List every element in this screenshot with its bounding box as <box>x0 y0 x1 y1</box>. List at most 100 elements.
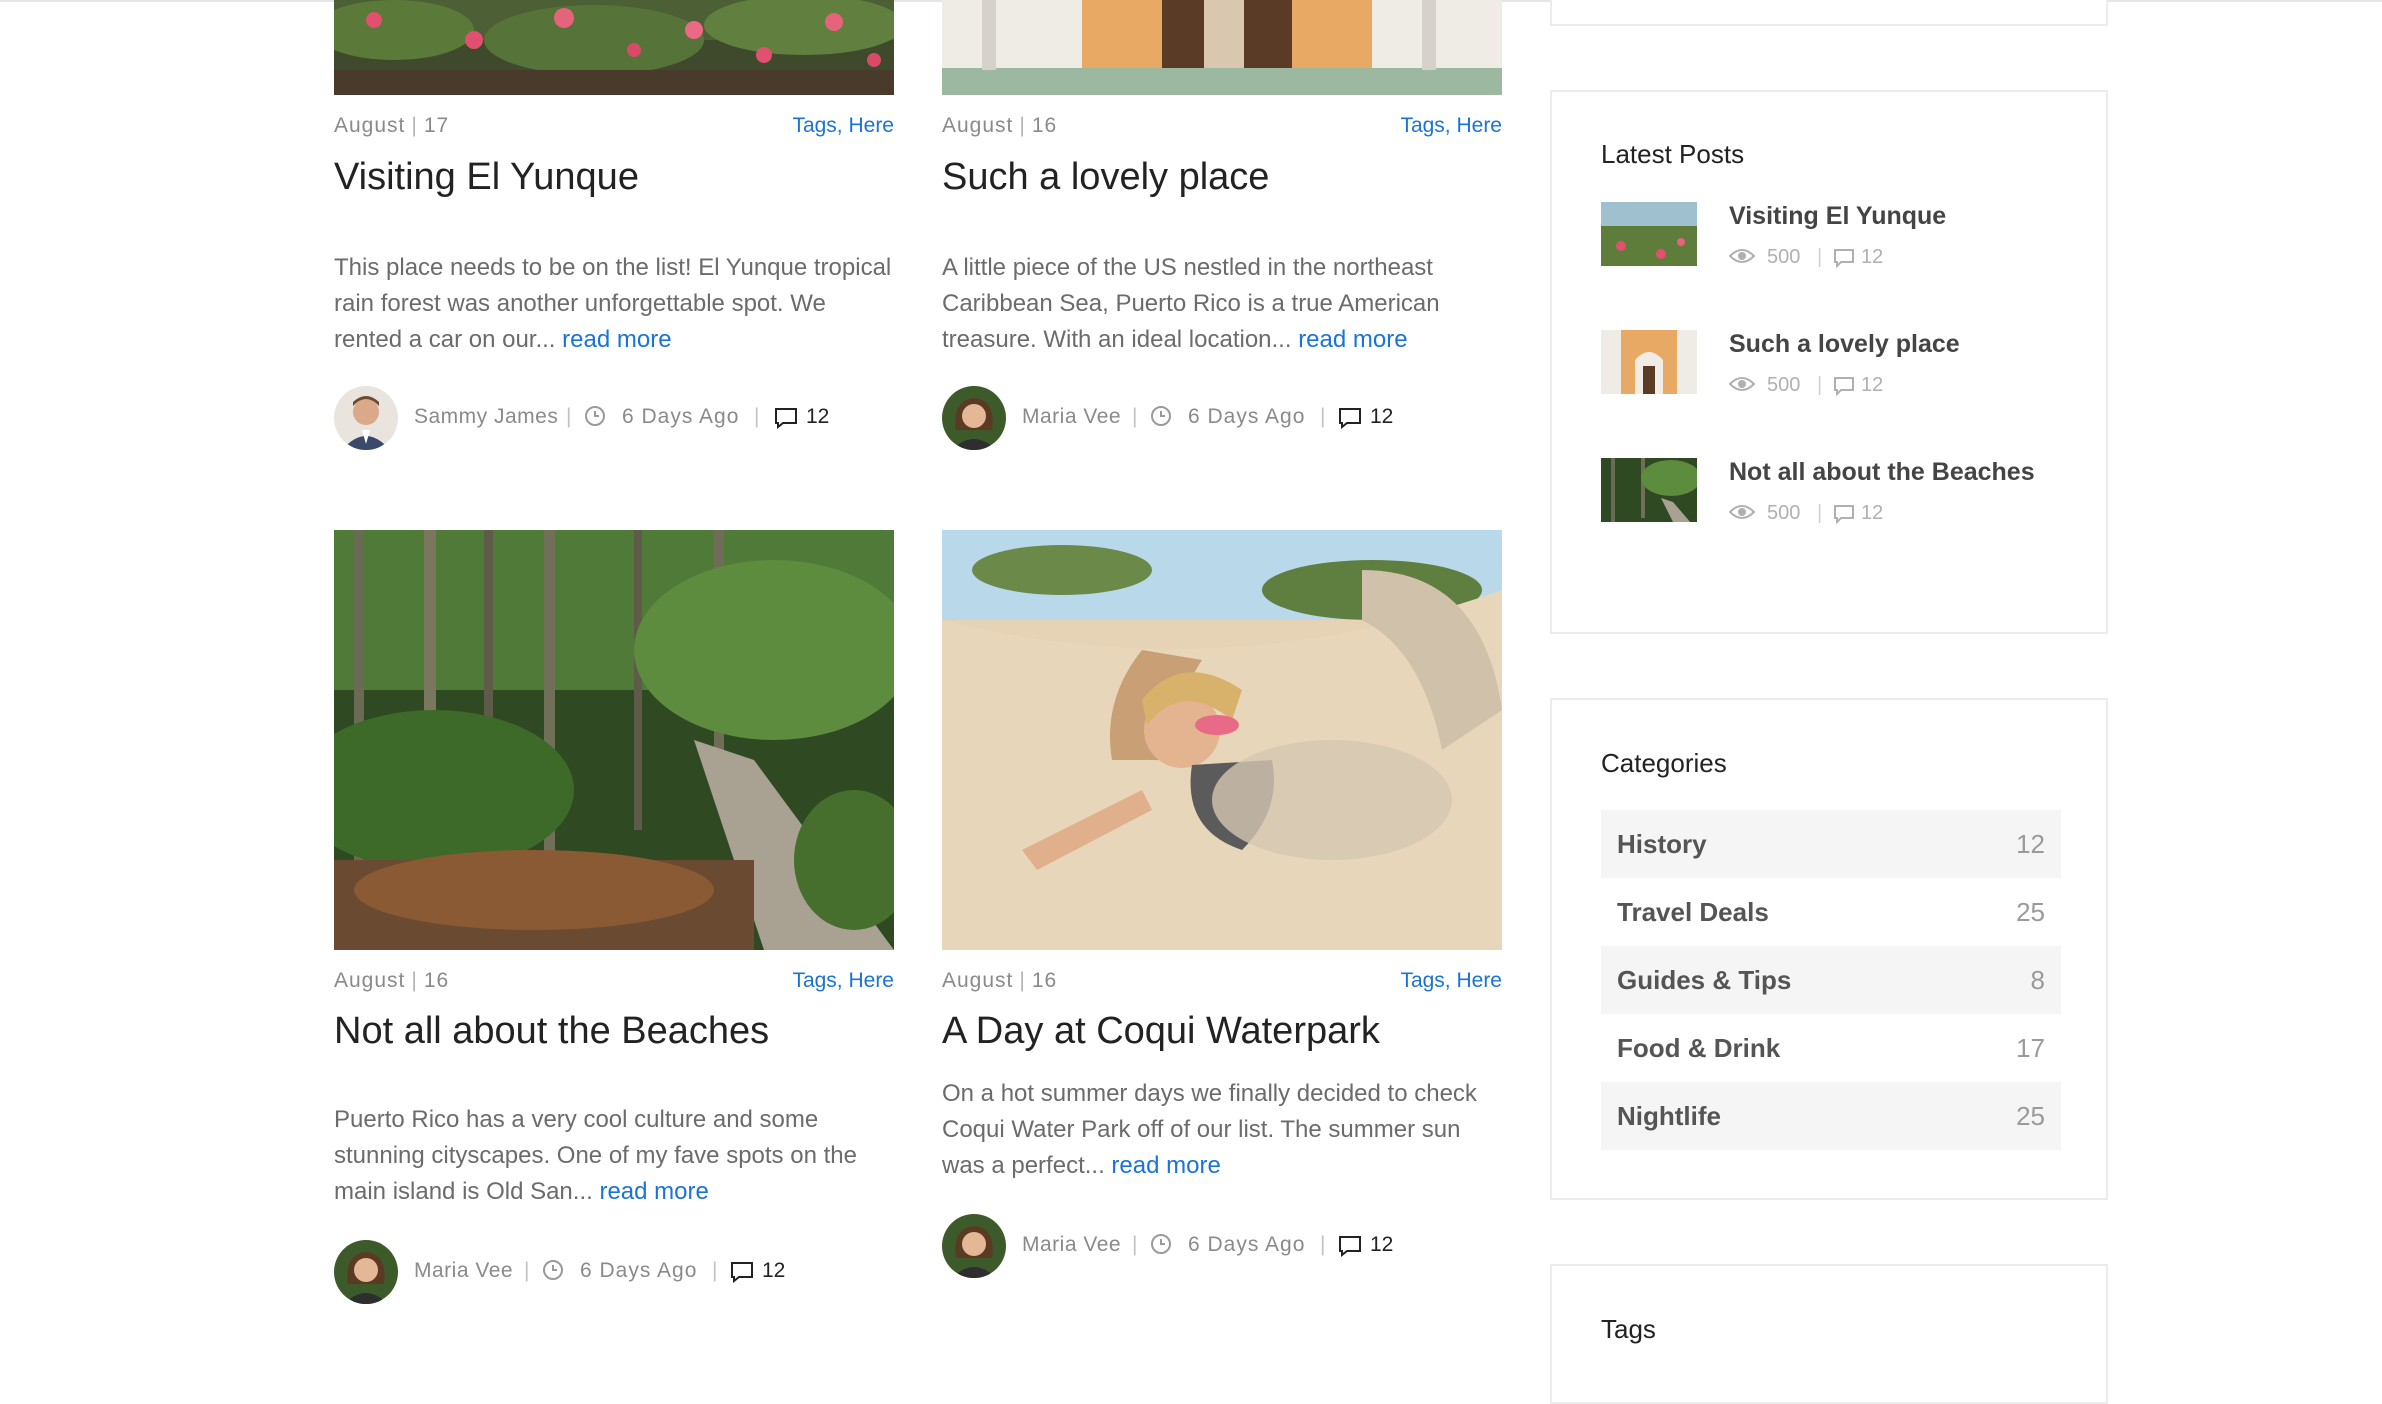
latest-post-thumb[interactable] <box>1601 202 1697 266</box>
post-time-ago: 6 Days Ago <box>1188 405 1306 428</box>
post-tags: Tags, Here <box>792 114 894 137</box>
clock-icon <box>1150 1233 1172 1261</box>
post-image[interactable] <box>942 530 1502 950</box>
post-date: August | 16 <box>942 969 1058 992</box>
latest-post-item[interactable]: Visiting El Yunque 500 | 12 <box>1601 202 2061 272</box>
post-card: August | 17 Tags, Here Visiting El Yunque … <box>334 0 894 450</box>
tags-widget: Tags <box>1550 1264 2108 1404</box>
comment-icon <box>1338 407 1362 435</box>
avatar[interactable] <box>942 386 1006 450</box>
tag-link[interactable]: Here <box>848 114 894 137</box>
author-name[interactable]: Maria Vee <box>414 1259 513 1283</box>
eye-icon <box>1728 246 1756 272</box>
comment-icon <box>1338 1235 1362 1263</box>
post-date: August | 17 <box>334 114 450 137</box>
post-date: August | 16 <box>942 114 1058 137</box>
avatar[interactable] <box>334 1240 398 1304</box>
comment-count: 12 <box>1861 374 1884 396</box>
sidebar-widget-top <box>1550 0 2108 26</box>
comment-count[interactable]: 12 <box>762 1259 785 1283</box>
category-count: 12 <box>2016 829 2045 859</box>
post-time-ago: 6 Days Ago <box>622 405 740 428</box>
tag-link[interactable]: Tags <box>1400 114 1444 137</box>
category-count: 25 <box>2016 897 2045 927</box>
category-item-food-drink[interactable]: Food & Drink 17 <box>1601 1014 2061 1082</box>
latest-post-name[interactable]: Not all about the Beaches <box>1729 458 2035 487</box>
post-footer: Maria Vee | 6 Days Ago | 12 <box>334 1240 894 1304</box>
post-time-ago: 6 Days Ago <box>1188 1233 1306 1256</box>
view-count: 500 <box>1767 374 1801 396</box>
comment-icon <box>1833 376 1855 402</box>
post-time-ago: 6 Days Ago <box>580 1259 698 1282</box>
author-name[interactable]: Maria Vee <box>1022 405 1121 429</box>
category-name[interactable]: Travel Deals <box>1617 897 1769 928</box>
tag-link[interactable]: Tags <box>792 969 836 992</box>
categories-widget: Categories History 12 Travel Deals 25 Guid… <box>1550 698 2108 1200</box>
view-count: 500 <box>1767 502 1801 524</box>
author-name[interactable]: Maria Vee <box>1022 1233 1121 1257</box>
post-footer: Sammy James | 6 Days Ago | 12 <box>334 386 894 450</box>
post-image[interactable] <box>942 0 1502 95</box>
latest-post-item[interactable]: Such a lovely place 500 | 12 <box>1601 330 2061 400</box>
tag-link[interactable]: Here <box>1456 969 1502 992</box>
comment-icon <box>730 1261 754 1289</box>
tag-link[interactable]: Here <box>848 969 894 992</box>
comment-count[interactable]: 12 <box>1370 405 1393 429</box>
comment-count: 12 <box>1861 502 1884 524</box>
comment-count[interactable]: 12 <box>806 405 829 429</box>
post-meta: August | 16 Tags, Here <box>942 114 1502 144</box>
view-count: 500 <box>1767 246 1801 268</box>
post-excerpt: Puerto Rico has a very cool culture and … <box>334 1106 857 1205</box>
author-name[interactable]: Sammy James <box>414 405 558 429</box>
avatar[interactable] <box>942 1214 1006 1278</box>
comment-count: 12 <box>1861 246 1884 268</box>
eye-icon <box>1728 374 1756 400</box>
category-item-history[interactable]: History 12 <box>1601 810 2061 878</box>
post-footer: Maria Vee | 6 Days Ago | 12 <box>942 386 1502 450</box>
post-card: August | 16 Tags, Here A Day at Coqui Wate… <box>942 530 1502 1278</box>
clock-icon <box>584 405 606 433</box>
category-name[interactable]: Nightlife <box>1617 1101 1721 1132</box>
post-title[interactable]: Not all about the Beaches <box>334 1008 894 1054</box>
tag-link[interactable]: Here <box>1456 114 1502 137</box>
post-card: August | 16 Tags, Here Not all about the B… <box>334 530 894 1304</box>
comment-count[interactable]: 12 <box>1370 1233 1393 1257</box>
post-excerpt: A little piece of the US nestled in the … <box>942 254 1440 353</box>
tag-link[interactable]: Tags <box>792 114 836 137</box>
post-excerpt: On a hot summer days we finally decided … <box>942 1080 1477 1179</box>
post-image[interactable] <box>334 0 894 95</box>
read-more-link[interactable]: read more <box>562 326 671 353</box>
latest-post-thumb[interactable] <box>1601 458 1697 522</box>
latest-posts-title: Latest Posts <box>1601 139 1745 169</box>
post-title[interactable]: Visiting El Yunque <box>334 154 894 200</box>
post-title[interactable]: Such a lovely place <box>942 154 1502 200</box>
post-meta: August | 16 Tags, Here <box>334 969 894 999</box>
read-more-link[interactable]: read more <box>1111 1152 1220 1179</box>
read-more-link[interactable]: read more <box>1298 326 1407 353</box>
post-tags: Tags, Here <box>1400 114 1502 137</box>
category-name[interactable]: Food & Drink <box>1617 1033 1780 1064</box>
category-name[interactable]: History <box>1617 829 1707 860</box>
category-name[interactable]: Guides & Tips <box>1617 965 1791 996</box>
post-excerpt: This place needs to be on the list! El Y… <box>334 254 892 353</box>
category-item-nightlife[interactable]: Nightlife 25 <box>1601 1082 2061 1150</box>
latest-post-name[interactable]: Visiting El Yunque <box>1729 202 1946 231</box>
post-tags: Tags, Here <box>792 969 894 992</box>
latest-post-thumb[interactable] <box>1601 330 1697 394</box>
tags-title: Tags <box>1601 1314 1656 1344</box>
latest-post-name[interactable]: Such a lovely place <box>1729 330 1960 359</box>
post-title[interactable]: A Day at Coqui Waterpark <box>942 1008 1502 1054</box>
post-tags: Tags, Here <box>1400 969 1502 992</box>
clock-icon <box>1150 405 1172 433</box>
latest-post-item[interactable]: Not all about the Beaches 500 | 12 <box>1601 458 2061 528</box>
category-item-travel-deals[interactable]: Travel Deals 25 <box>1601 878 2061 946</box>
post-image[interactable] <box>334 530 894 950</box>
post-card: August | 16 Tags, Here Such a lovely place… <box>942 0 1502 450</box>
categories-title: Categories <box>1601 748 1727 778</box>
avatar[interactable] <box>334 386 398 450</box>
category-item-guides-tips[interactable]: Guides & Tips 8 <box>1601 946 2061 1014</box>
tag-link[interactable]: Tags <box>1400 969 1444 992</box>
latest-posts-widget: Latest Posts Visiting El Yunque 500 | 12… <box>1550 90 2108 634</box>
post-meta: August | 17 Tags, Here <box>334 114 894 144</box>
read-more-link[interactable]: read more <box>599 1178 708 1205</box>
